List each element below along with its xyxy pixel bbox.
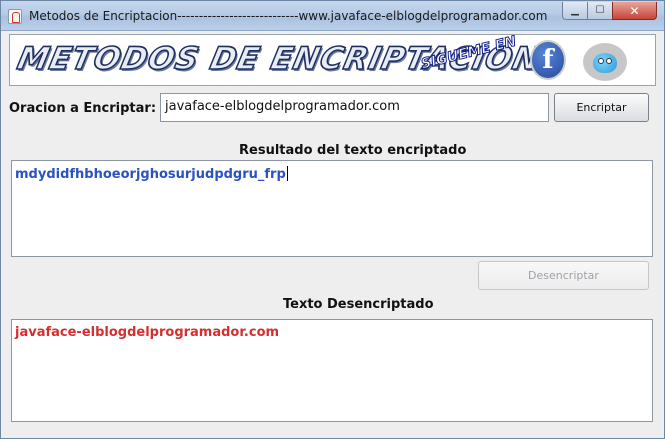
sentence-label: Oracion a Encriptar: [9,101,157,116]
close-icon: ✕ [629,3,640,18]
decrypt-button[interactable]: Desencriptar [478,261,649,290]
app-window: Metodos de Encriptacion-----------------… [0,0,665,439]
window-title: Metodos de Encriptacion-----------------… [29,9,548,23]
encrypt-button[interactable]: Encriptar [554,93,649,122]
bird-eye-left [598,58,604,64]
maximize-icon: ☐ [595,5,605,16]
twitter-bird-icon [593,53,617,73]
main-panel: METODOS DE ENCRIPTACION SIGUEME EN f Ora… [2,32,663,438]
encrypted-result-heading: Resultado del texto encriptado [239,143,467,158]
sentence-input[interactable]: javaface-elblogdelprogramador.com [160,93,549,122]
text-caret [286,166,288,181]
decrypted-text: javaface-elblogdelprogramador.com [15,325,280,340]
minimize-button[interactable]: ▁ [562,2,588,20]
facebook-icon[interactable]: f [530,40,566,80]
maximize-button[interactable]: ☐ [587,2,613,20]
twitter-icon[interactable] [583,43,627,81]
bird-eye-right [606,58,612,64]
decrypted-text-heading: Texto Desencriptado [283,297,434,312]
header-banner: METODOS DE ENCRIPTACION SIGUEME EN f [9,34,656,86]
facebook-letter: f [542,45,554,75]
encrypted-text: mdydidfhbhoeorjghosurjudpdgru_frp [15,167,286,182]
close-button[interactable]: ✕ [612,2,657,20]
java-app-icon [8,9,22,24]
encrypted-text-area[interactable]: mdydidfhbhoeorjghosurjudpdgru_frp [11,160,653,257]
minimize-icon: ▁ [571,5,579,16]
decrypted-text-area[interactable]: javaface-elblogdelprogramador.com [11,319,653,422]
title-bar[interactable]: Metodos de Encriptacion-----------------… [1,1,664,31]
